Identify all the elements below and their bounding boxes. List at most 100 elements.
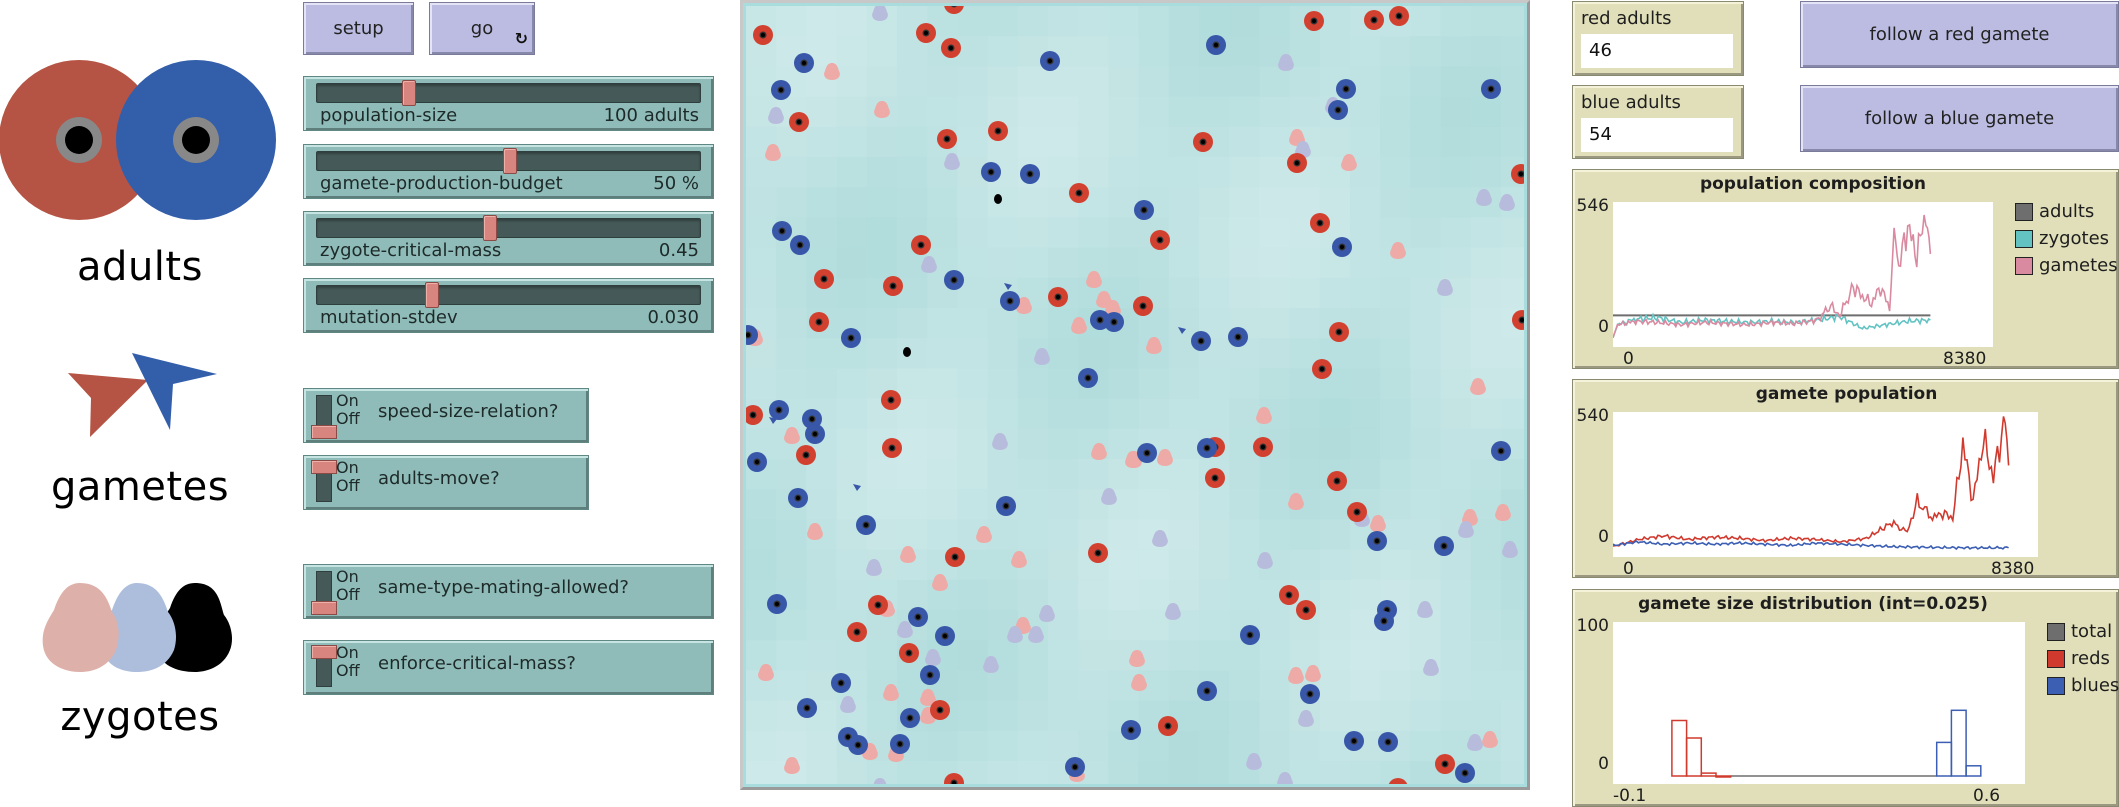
switch-speed-size-relation[interactable]: On Off speed-size-relation? — [303, 388, 589, 443]
red-adult[interactable] — [881, 390, 901, 410]
red-adult[interactable] — [1327, 471, 1347, 491]
blue-adult[interactable] — [1191, 331, 1211, 351]
red-adult[interactable] — [1435, 754, 1455, 774]
blue-adult[interactable] — [1197, 438, 1217, 458]
setup-button[interactable]: setup — [303, 2, 414, 55]
blue-adult[interactable] — [1481, 79, 1501, 99]
red-adult[interactable] — [1312, 359, 1332, 379]
follow-red-gamete-button[interactable]: follow a red gamete — [1800, 1, 2119, 68]
blue-adult[interactable] — [1378, 732, 1398, 752]
slider-mutation-stdev[interactable]: mutation-stdev 0.030 — [303, 278, 714, 333]
blue-adult[interactable] — [900, 708, 920, 728]
switch-knob[interactable] — [311, 645, 337, 659]
red-adult[interactable] — [814, 269, 834, 289]
go-button[interactable]: go ↻ — [429, 2, 535, 55]
red-adult[interactable] — [937, 129, 957, 149]
blue-adult[interactable] — [1240, 625, 1260, 645]
switch-knob[interactable] — [311, 460, 337, 474]
switch-knob[interactable] — [311, 425, 337, 439]
blue-adult[interactable] — [944, 270, 964, 290]
slider-track[interactable] — [316, 83, 701, 103]
red-adult[interactable] — [1253, 437, 1273, 457]
blue-adult[interactable] — [788, 488, 808, 508]
red-adult[interactable] — [988, 121, 1008, 141]
blue-adult[interactable] — [1300, 684, 1320, 704]
blue-adult[interactable] — [841, 328, 861, 348]
follow-blue-gamete-button[interactable]: follow a blue gamete — [1800, 85, 2119, 152]
blue-adult[interactable] — [1228, 327, 1248, 347]
blue-adult[interactable] — [856, 515, 876, 535]
blue-adult[interactable] — [772, 221, 792, 241]
blue-adult[interactable] — [1344, 731, 1364, 751]
blue-adult[interactable] — [1000, 291, 1020, 311]
red-adult[interactable] — [911, 235, 931, 255]
red-adult[interactable] — [796, 445, 816, 465]
blue-adult[interactable] — [1065, 757, 1085, 777]
blue-adult[interactable] — [908, 607, 928, 627]
red-adult[interactable] — [1296, 600, 1316, 620]
red-adult[interactable] — [847, 622, 867, 642]
fertile-zygote[interactable] — [994, 194, 1002, 204]
blue-adult[interactable] — [790, 235, 810, 255]
slider-thumb[interactable] — [502, 148, 517, 174]
red-adult[interactable] — [1205, 468, 1225, 488]
blue-adult[interactable] — [920, 665, 940, 685]
red-adult[interactable] — [1193, 132, 1213, 152]
red-adult[interactable] — [945, 547, 965, 567]
slider-thumb[interactable] — [401, 80, 416, 106]
slider-zygote-critical-mass[interactable]: zygote-critical-mass 0.45 — [303, 211, 714, 266]
blue-adult[interactable] — [1137, 443, 1157, 463]
blue-adult[interactable] — [1491, 441, 1511, 461]
blue-adult[interactable] — [890, 734, 910, 754]
blue-adult[interactable] — [771, 80, 791, 100]
blue-adult[interactable] — [767, 594, 787, 614]
blue-adult[interactable] — [797, 698, 817, 718]
red-adult[interactable] — [1310, 213, 1330, 233]
blue-adult[interactable] — [1078, 368, 1098, 388]
red-adult[interactable] — [1389, 6, 1409, 26]
blue-adult[interactable] — [1134, 200, 1154, 220]
switch-adults-move[interactable]: On Off adults-move? — [303, 455, 589, 510]
blue-adult[interactable] — [1328, 100, 1348, 120]
switch-same-type-mating-allowed[interactable]: On Off same-type-mating-allowed? — [303, 564, 714, 619]
world-view[interactable] — [740, 0, 1530, 790]
world-canvas[interactable] — [746, 6, 1524, 784]
switch-knob[interactable] — [311, 601, 337, 615]
red-adult[interactable] — [1329, 322, 1349, 342]
blue-adult[interactable] — [1197, 681, 1217, 701]
blue-adult[interactable] — [935, 626, 955, 646]
blue-adult[interactable] — [769, 400, 789, 420]
red-adult[interactable] — [882, 438, 902, 458]
blue-zygote[interactable] — [872, 6, 888, 21]
blue-adult[interactable] — [981, 162, 1001, 182]
blue-adult[interactable] — [1020, 164, 1040, 184]
blue-adult[interactable] — [1434, 536, 1454, 556]
blue-adult[interactable] — [805, 424, 825, 444]
blue-adult[interactable] — [1374, 611, 1394, 631]
red-adult[interactable] — [899, 643, 919, 663]
blue-adult[interactable] — [831, 673, 851, 693]
slider-track[interactable] — [316, 218, 701, 238]
slider-gamete-production-budget[interactable]: gamete-production-budget 50 % — [303, 144, 714, 199]
blue-adult[interactable] — [1206, 35, 1226, 55]
red-adult[interactable] — [1048, 287, 1068, 307]
blue-adult[interactable] — [1121, 720, 1141, 740]
red-adult[interactable] — [1347, 502, 1367, 522]
red-adult[interactable] — [753, 25, 773, 45]
fertile-zygote[interactable] — [903, 347, 911, 357]
blue-adult[interactable] — [1104, 312, 1124, 332]
slider-thumb[interactable] — [425, 282, 440, 308]
red-adult[interactable] — [868, 595, 888, 615]
slider-thumb[interactable] — [483, 215, 498, 241]
red-adult[interactable] — [941, 38, 961, 58]
red-adult[interactable] — [1158, 716, 1178, 736]
blue-adult[interactable] — [1040, 51, 1060, 71]
red-adult[interactable] — [1287, 153, 1307, 173]
slider-track[interactable] — [316, 285, 701, 305]
red-adult[interactable] — [1133, 296, 1153, 316]
red-adult[interactable] — [1069, 183, 1089, 203]
red-adult[interactable] — [789, 112, 809, 132]
red-adult[interactable] — [1150, 230, 1170, 250]
red-adult[interactable] — [916, 23, 936, 43]
blue-adult[interactable] — [1367, 531, 1387, 551]
